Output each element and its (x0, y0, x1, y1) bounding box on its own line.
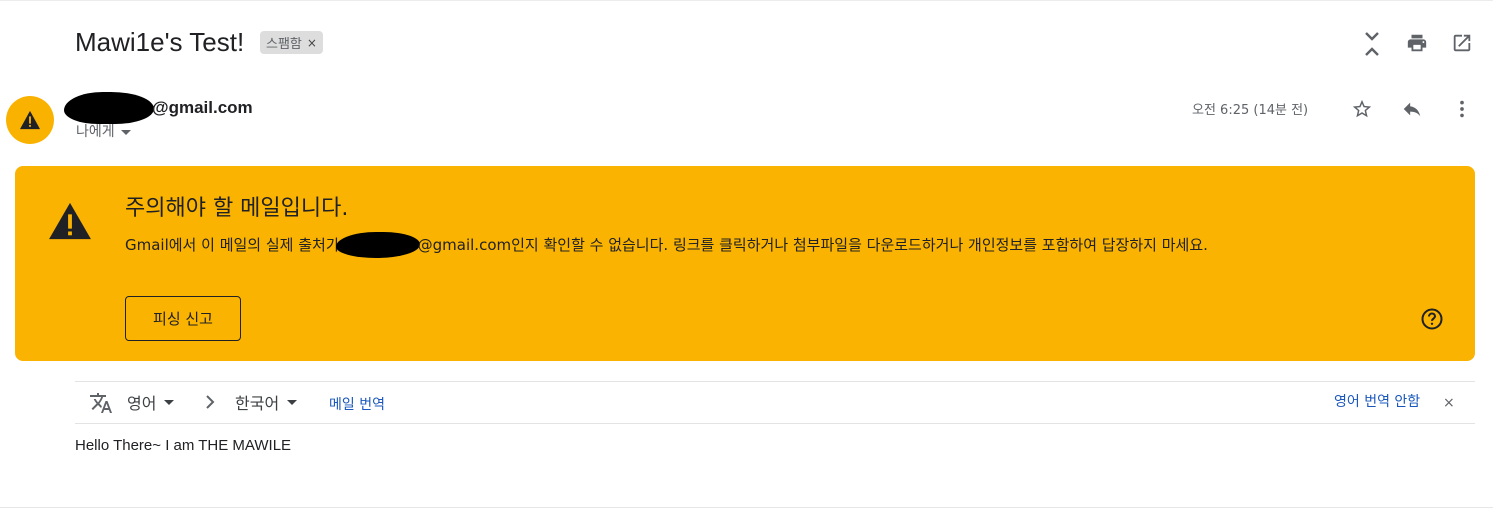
translate-message-link[interactable]: 메일 번역 (329, 394, 385, 414)
source-language-select[interactable]: 영어 (127, 390, 175, 414)
warning-message: Gmail에서 이 메일의 실제 출처가 @gmail.com인지 확인할 수 없… (125, 232, 1285, 258)
never-translate-link[interactable]: 영어 번역 안함 (1334, 391, 1420, 411)
target-language-select[interactable]: 한국어 (235, 390, 298, 414)
star-icon[interactable] (1348, 95, 1376, 123)
redacted-sender-name (64, 92, 154, 124)
chevron-right-icon (203, 393, 217, 415)
chevron-down-icon (120, 130, 131, 135)
warning-text-before: Gmail에서 이 메일의 실제 출처가 (125, 236, 340, 254)
warning-title: 주의해야 할 메일입니다. (125, 196, 349, 221)
recipient-label: 나에게 (76, 124, 115, 140)
email-subject: Mawi1e's Test! (75, 27, 245, 57)
translate-icon (88, 391, 114, 419)
top-divider (0, 0, 1493, 1)
help-icon[interactable] (1420, 307, 1444, 331)
chevron-down-icon (287, 399, 298, 405)
sender-avatar[interactable] (6, 96, 54, 144)
warning-text-after: @gmail.com인지 확인할 수 없습니다. 링크를 클릭하거나 첨부파일을… (417, 236, 1208, 254)
report-phishing-button[interactable]: 피싱 신고 (125, 296, 241, 341)
expand-collapse-icon[interactable] (1358, 30, 1386, 58)
warning-icon (20, 110, 40, 130)
open-in-new-window-icon[interactable] (1448, 29, 1476, 57)
bottom-divider (0, 507, 1493, 508)
sender-email[interactable]: @gmail.com (152, 98, 253, 118)
chevron-down-icon (164, 399, 175, 405)
reply-icon[interactable] (1398, 95, 1426, 123)
print-icon[interactable] (1403, 29, 1431, 57)
redacted-sender-address (335, 232, 420, 258)
spam-label-chip[interactable]: 스팸함 × (260, 31, 323, 54)
recipient-details-toggle[interactable]: 나에게 (76, 121, 131, 141)
target-language-label: 한국어 (235, 394, 280, 413)
more-vert-icon[interactable] (1448, 95, 1476, 123)
message-timestamp: 오전 6:25 (14분 전) (1192, 103, 1309, 118)
translate-bar: 영어 한국어 메일 번역 영어 번역 안함 × (75, 381, 1475, 424)
source-language-label: 영어 (127, 394, 157, 413)
message-body: Hello There~ I am THE MAWILE (75, 437, 292, 454)
phishing-warning-banner: 주의해야 할 메일입니다. Gmail에서 이 메일의 실제 출처가 @gmail… (15, 166, 1475, 361)
close-icon[interactable]: × (1443, 395, 1455, 411)
spam-label-text: 스팸함 (266, 37, 302, 52)
warning-icon (47, 201, 93, 245)
remove-label-icon[interactable]: × (307, 36, 317, 50)
